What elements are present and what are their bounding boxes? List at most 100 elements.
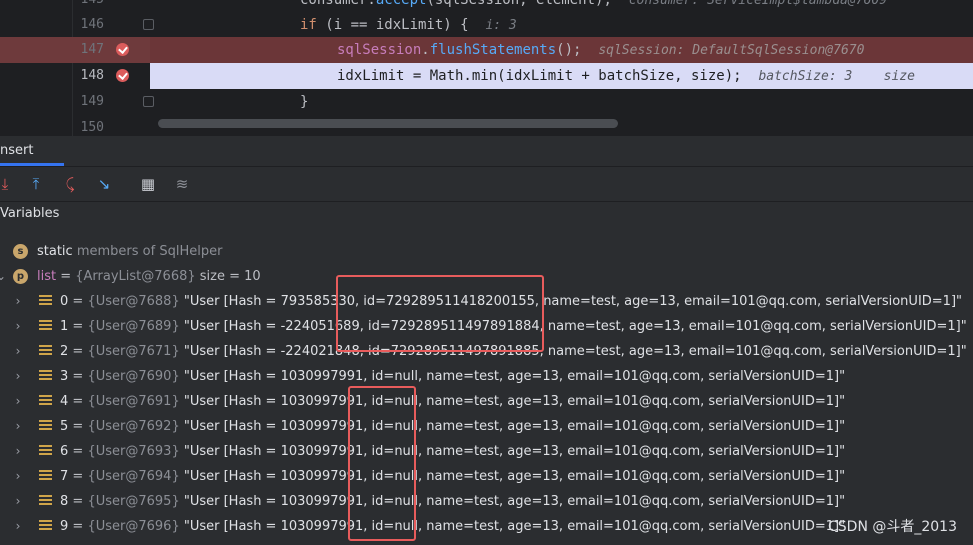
object-ref: {User@7693} <box>87 444 180 459</box>
keyword: if <box>300 17 317 33</box>
variables-header: Variables <box>0 206 60 221</box>
chevron-right-icon[interactable]: › <box>13 289 23 314</box>
list-item[interactable]: › 6 = {User@7693} "User [Hash = 103099799… <box>0 439 973 464</box>
inline-debug-hint: sqlSession: DefaultSqlSession@7670 <box>598 43 865 58</box>
object-ref: {User@7692} <box>87 419 180 434</box>
item-value: "User [Hash = -224051689, id=72928951149… <box>183 319 967 334</box>
object-ref: {User@7696} <box>87 519 180 534</box>
item-value: "User [Hash = 1030997991, id=null, name=… <box>183 519 846 534</box>
item-value: "User [Hash = 1030997991, id=null, name=… <box>183 394 846 409</box>
static-owner: members of SqlHelper <box>76 244 223 259</box>
field-icon <box>39 420 52 432</box>
object-ref: {User@7694} <box>87 469 180 484</box>
equals-sign: = <box>68 494 88 509</box>
run-to-cursor-icon[interactable]: ↘ <box>95 175 113 193</box>
list-size: size = 10 <box>199 269 261 284</box>
object-ref: {User@7689} <box>87 319 180 334</box>
line-number: 150 <box>80 120 104 135</box>
chevron-right-icon[interactable]: › <box>13 439 23 464</box>
code-line-146[interactable]: 146 if (i == idxLimit) { i: 3 <box>0 12 973 38</box>
item-value: "User [Hash = 1030997991, id=null, name=… <box>183 369 846 384</box>
item-value: "User [Hash = 1030997991, id=null, name=… <box>183 444 846 459</box>
line-number: 146 <box>80 17 104 32</box>
chevron-right-icon[interactable]: › <box>13 389 23 414</box>
code-text: } <box>300 94 309 110</box>
code-editor[interactable]: 145 consumer.accept(sqlSession, element)… <box>0 0 973 136</box>
field-icon <box>39 295 52 307</box>
equals-sign: = <box>68 294 88 309</box>
object-ref: {User@7671} <box>87 344 180 359</box>
static-icon: s <box>13 244 28 259</box>
list-item[interactable]: › 5 = {User@7692} "User [Hash = 103099799… <box>0 414 973 439</box>
equals-sign: = <box>68 519 88 534</box>
list-item[interactable]: › 8 = {User@7695} "User [Hash = 103099799… <box>0 489 973 514</box>
static-members-row[interactable]: s static members of SqlHelper <box>0 239 973 264</box>
evaluate-icon[interactable]: ▦ <box>139 175 157 193</box>
watermark: CSDN @斗者_2013 <box>828 519 957 535</box>
code-line-148[interactable]: 148 idxLimit = Math.min(idxLimit + batch… <box>0 63 973 89</box>
code-text: (i == idxLimit) { <box>316 17 469 33</box>
parameter-icon: p <box>13 269 28 284</box>
static-label: static <box>37 244 73 259</box>
item-value: "User [Hash = 1030997991, id=null, name=… <box>183 419 846 434</box>
field-icon <box>39 470 52 482</box>
item-value: "User [Hash = 1030997991, id=null, name=… <box>183 469 846 484</box>
scrollbar-thumb[interactable] <box>158 119 618 128</box>
chevron-right-icon[interactable]: › <box>13 414 23 439</box>
step-into-icon[interactable]: ⤓ <box>0 175 14 193</box>
active-tab-indicator <box>0 163 64 166</box>
object-ref: {User@7690} <box>87 369 180 384</box>
drop-frame-icon[interactable]: ⤹ <box>61 175 79 193</box>
breakpoint-icon[interactable] <box>116 43 129 56</box>
annotation-box-ids <box>336 275 544 352</box>
code-text: (); <box>556 42 582 58</box>
field-icon <box>39 395 52 407</box>
chevron-right-icon[interactable]: › <box>13 364 23 389</box>
field-icon <box>39 370 52 382</box>
object-ref: {ArrayList@7668} <box>75 269 196 284</box>
field-icon <box>39 445 52 457</box>
field-icon <box>39 495 52 507</box>
equals-sign: = <box>68 319 88 334</box>
code-text: idxLimit = Math.min(idxLimit + batchSize… <box>337 68 742 84</box>
breakpoint-icon[interactable] <box>116 69 129 82</box>
code-text: sqlSession <box>337 42 422 58</box>
inline-debug-hint: i: 3 <box>485 18 517 33</box>
chevron-right-icon[interactable]: › <box>13 314 23 339</box>
inline-debug-hint: consumer: ServiceImpl$lambda@7609 <box>628 0 888 8</box>
item-value: "User [Hash = 1030997991, id=null, name=… <box>183 494 846 509</box>
tab-insert[interactable]: nsert <box>0 143 33 158</box>
debug-tab-bar: nsert <box>0 136 973 167</box>
chevron-right-icon[interactable]: › <box>13 489 23 514</box>
chevron-right-icon[interactable]: › <box>13 514 23 539</box>
debug-toolbar: ⤓ ⤒ ⤹ ↘ ▦ ≋ <box>0 167 973 202</box>
fold-icon[interactable] <box>143 96 154 107</box>
equals-sign: = <box>68 344 88 359</box>
equals-sign: = <box>68 419 88 434</box>
code-text: (sqlSession, element); <box>426 0 612 8</box>
equals-sign: = <box>68 444 88 459</box>
list-item[interactable]: › 3 = {User@7690} "User [Hash = 103099799… <box>0 364 973 389</box>
fold-icon[interactable] <box>143 19 154 30</box>
line-number: 148 <box>80 68 104 83</box>
field-icon <box>39 345 52 357</box>
list-item[interactable]: › 7 = {User@7694} "User [Hash = 103099799… <box>0 464 973 489</box>
chevron-right-icon[interactable]: › <box>13 464 23 489</box>
code-text: consumer. <box>300 0 376 8</box>
item-value: "User [Hash = -224021848, id=72928951149… <box>183 344 967 359</box>
step-out-icon[interactable]: ⤒ <box>27 175 45 193</box>
chevron-down-icon[interactable]: ⌄ <box>0 264 6 289</box>
horizontal-scrollbar[interactable] <box>150 116 973 132</box>
object-ref: {User@7695} <box>87 494 180 509</box>
code-line-147[interactable]: 147 sqlSession.flushStatements(); sqlSes… <box>0 37 973 63</box>
variable-name: list <box>37 269 57 284</box>
chevron-right-icon[interactable]: › <box>13 339 23 364</box>
object-ref: {User@7688} <box>87 294 180 309</box>
code-line-149[interactable]: 149 } <box>0 89 973 115</box>
item-value: "User [Hash = 793585330, id=729289511418… <box>183 294 962 309</box>
debug-tool-window: nsert ⤓ ⤒ ⤹ ↘ ▦ ≋ Variables s static mem… <box>0 136 973 545</box>
trace-icon[interactable]: ≋ <box>173 175 191 193</box>
inline-debug-hint: batchSize: 3 size <box>758 69 915 84</box>
list-item[interactable]: › 4 = {User@7691} "User [Hash = 103099799… <box>0 389 973 414</box>
line-number: 147 <box>80 42 104 57</box>
